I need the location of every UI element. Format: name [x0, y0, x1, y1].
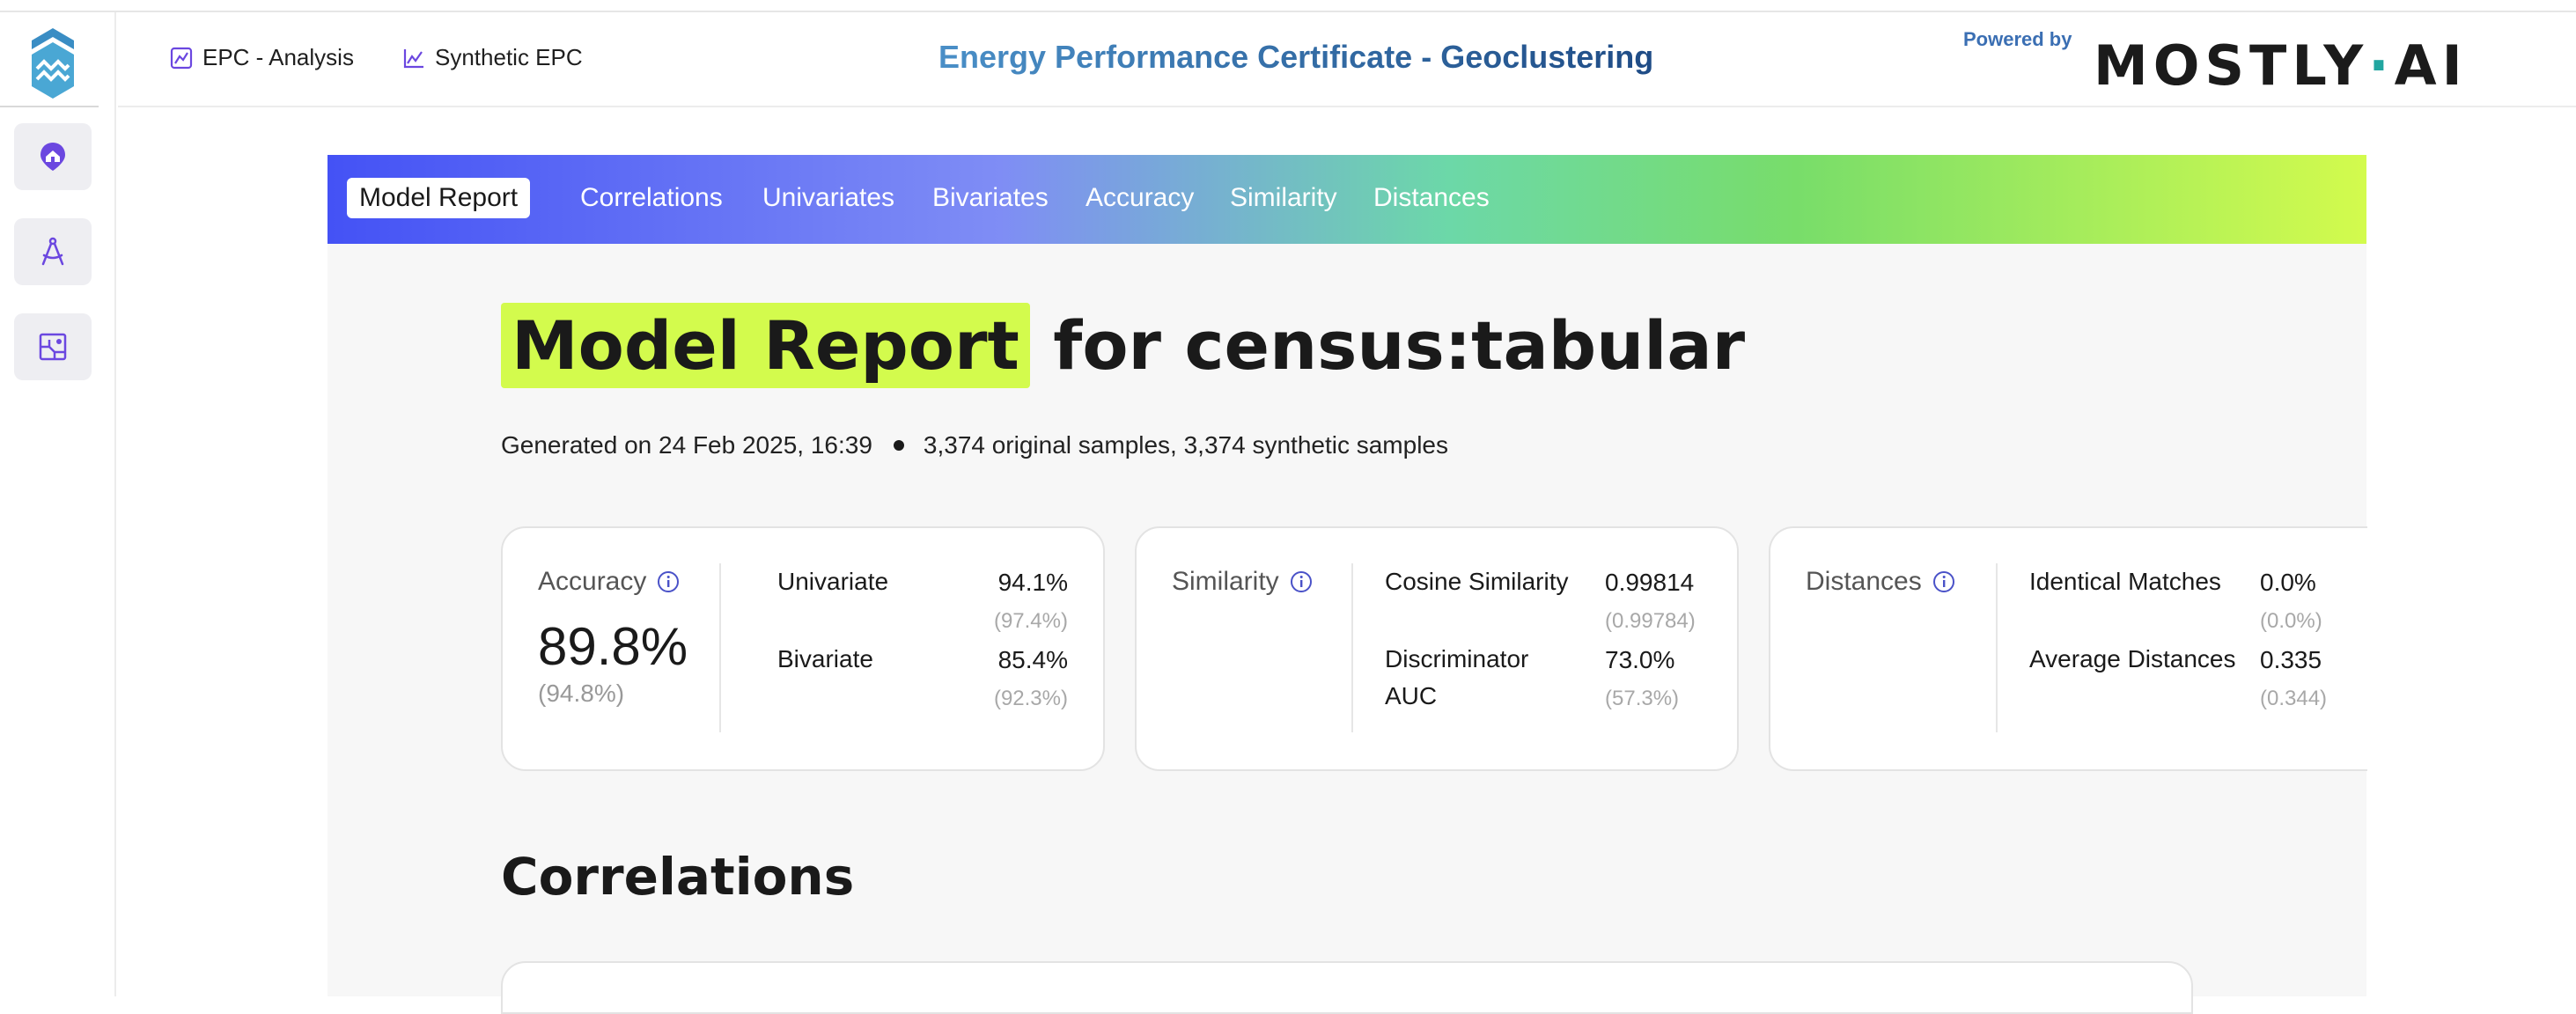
rail-home-button[interactable] — [14, 123, 92, 190]
distances-card: Distances Identical Matches 0.0% (0.0%) … — [1769, 526, 2367, 771]
similarity-label: Similarity — [1172, 567, 1279, 596]
page-title-highlight: Model Report — [501, 303, 1030, 388]
rail-compass-button[interactable] — [14, 218, 92, 285]
accuracy-value: 89.8% — [538, 617, 688, 676]
card-divider — [1351, 563, 1353, 732]
similarity-card-header: Similarity — [1172, 567, 1313, 597]
accuracy-card: Accuracy 89.8% (94.8%) Univariate 94.1% … — [501, 526, 1105, 771]
metric-value: 73.0% — [1605, 646, 1675, 673]
metric-baseline: (0.99784) — [1605, 609, 1696, 633]
tab-similarity[interactable]: Similarity — [1230, 183, 1337, 213]
map-chart-icon — [170, 47, 193, 69]
metric-value: 0.0% — [2260, 569, 2316, 596]
page-title-rest: for census:tabular — [1053, 306, 1746, 385]
meta-separator — [893, 439, 904, 451]
accuracy-card-header: Accuracy — [538, 567, 680, 597]
metric-baseline: (0.344) — [2260, 687, 2328, 710]
map-icon — [39, 333, 67, 361]
metric-name: Cosine Similarity — [1385, 568, 1569, 595]
top-header: EPC - Analysis Synthetic EPC Energy Perf… — [118, 12, 2576, 107]
metric-name: Univariate — [777, 568, 889, 595]
metric-baseline: (92.3%) — [993, 687, 1068, 710]
metric-value: 85.4% — [997, 646, 1068, 673]
compass-icon — [41, 237, 64, 266]
tab-correlations[interactable]: Correlations — [580, 183, 723, 213]
home-pin-icon — [40, 143, 65, 171]
window-top-border — [0, 0, 2576, 12]
similarity-card: Similarity Cosine Similarity 0.99814 (0.… — [1135, 526, 1739, 771]
brand-logo-dot: · — [2368, 33, 2395, 98]
info-icon[interactable] — [1932, 570, 1955, 593]
left-sidebar — [0, 12, 116, 996]
tab-univariates[interactable]: Univariates — [762, 183, 894, 213]
accuracy-baseline: (94.8%) — [538, 680, 625, 707]
app-logo-icon[interactable] — [26, 25, 79, 104]
tab-model-report[interactable]: Model Report — [347, 178, 531, 218]
metric-value: 0.99814 — [1605, 569, 1695, 596]
metric-name: Average Distances — [2029, 645, 2236, 672]
brand-logo-left: MOSTLY — [2094, 33, 2369, 98]
info-icon[interactable] — [657, 570, 680, 593]
metric-baseline: (57.3%) — [1605, 687, 1680, 710]
report-meta: Generated on 24 Feb 2025, 16:39 3,374 ori… — [501, 431, 1448, 459]
distances-label: Distances — [1806, 567, 1922, 596]
metric-name: AUC — [1385, 682, 1438, 709]
line-chart-icon — [403, 48, 423, 68]
card-divider — [719, 563, 721, 732]
metric-name: Discriminator — [1385, 645, 1529, 672]
tab-accuracy[interactable]: Accuracy — [1086, 183, 1194, 213]
brand-logo[interactable]: MOSTLY·AI — [2094, 33, 2468, 98]
nav-synthetic-epc[interactable]: Synthetic EPC — [401, 44, 583, 71]
nav-epc-analysis[interactable]: EPC - Analysis — [169, 44, 354, 71]
nav-label: EPC - Analysis — [202, 44, 354, 70]
metric-baseline: (97.4%) — [993, 609, 1068, 633]
correlations-card — [501, 961, 2193, 1014]
sample-counts: 3,374 original samples, 3,374 synthetic … — [923, 431, 1448, 459]
accuracy-label: Accuracy — [538, 567, 647, 596]
powered-by-label: Powered by — [1963, 28, 2072, 50]
app-title: Energy Performance Certificate - Geoclus… — [938, 39, 1654, 75]
correlations-section-title: Correlations — [501, 847, 855, 907]
page-title: Model Report for census:tabular — [501, 303, 1746, 388]
tab-distances[interactable]: Distances — [1373, 183, 1490, 213]
info-icon[interactable] — [1290, 570, 1313, 593]
metric-name: Identical Matches — [2029, 568, 2221, 595]
rail-divider — [0, 106, 99, 107]
rail-map-button[interactable] — [14, 313, 92, 380]
report-tabbar: Model Report Correlations Univariates Bi… — [328, 155, 2366, 244]
generated-timestamp: Generated on 24 Feb 2025, 16:39 — [501, 431, 872, 459]
nav-label: Synthetic EPC — [435, 44, 583, 70]
tab-bivariates[interactable]: Bivariates — [932, 183, 1049, 213]
brand-logo-right: AI — [2394, 33, 2468, 98]
distances-card-header: Distances — [1806, 567, 1955, 597]
metric-value: 0.335 — [2260, 646, 2322, 673]
card-divider — [1996, 563, 1998, 732]
metric-name: Bivariate — [777, 645, 873, 672]
metric-value: 94.1% — [997, 569, 1068, 596]
metric-baseline: (0.0%) — [2260, 609, 2322, 633]
